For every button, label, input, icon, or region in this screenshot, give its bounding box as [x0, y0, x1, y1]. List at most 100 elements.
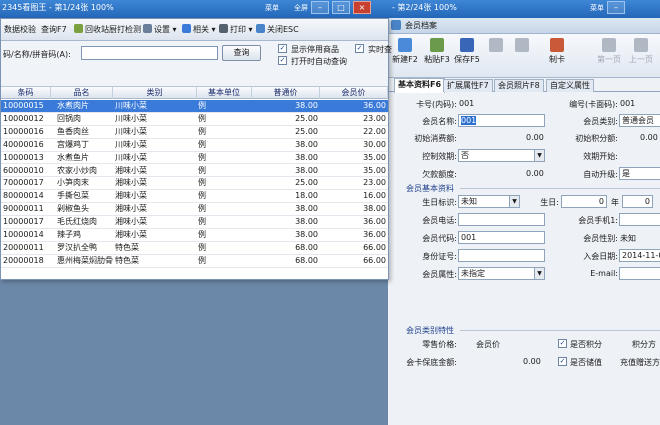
email-input[interactable]	[619, 267, 660, 280]
settings-button[interactable]: 设置 ▾	[143, 23, 177, 37]
table-row[interactable]: 10000016 鱼香肉丝 川味小菜 例 25.00 22.00	[1, 126, 388, 139]
join-date-label: 入会日期:	[583, 252, 618, 261]
realtime-checkbox[interactable]: ✓	[355, 44, 364, 53]
query-button[interactable]: 查询	[222, 45, 261, 61]
birth-flag-value: 未知	[461, 197, 477, 206]
member-type-label: 会员类别:	[583, 117, 618, 126]
cell-member-price: 66.00	[363, 242, 386, 252]
auto-query-label: 打开时自动查询	[291, 57, 347, 66]
points-checkbox-label: 是否积分	[570, 340, 602, 349]
member-name-input[interactable]: 001	[458, 114, 545, 127]
table-row[interactable]: 40000016 宫爆鸡丁 川味小菜 例 38.00 30.00	[1, 139, 388, 152]
birth-flag-select[interactable]: 未知 ▼	[458, 195, 520, 208]
minimize-icon[interactable]: –	[311, 1, 329, 14]
disabled-tool-1[interactable]	[484, 34, 508, 78]
close-icon[interactable]: ×	[353, 1, 371, 14]
show-disabled-checkbox[interactable]: ✓	[278, 44, 287, 53]
join-date-input[interactable]: 2014-11-01	[619, 249, 660, 262]
table-row[interactable]: 20000011 罗汉扒全鸭 特色菜 例 68.00 66.00	[1, 242, 388, 255]
cell-barcode: 10000012	[3, 113, 44, 123]
cell-category: 湘味小菜	[115, 165, 147, 175]
close-esc-button[interactable]: 关闭ESC	[256, 23, 299, 37]
kitchen-print-check-button[interactable]: 厨打检测	[109, 23, 141, 37]
make-card-button[interactable]: 制卡	[544, 34, 570, 78]
query-f7-button[interactable]: 查询F7	[41, 23, 67, 37]
tab-member-photo[interactable]: 会员照片F8	[494, 79, 544, 92]
viewer-title-left: 2345看图王 - 第1/24张 100%	[2, 3, 114, 12]
col-category[interactable]: 类别	[113, 87, 197, 99]
expiry-control-select[interactable]: 否 ▼	[458, 149, 545, 162]
cell-price: 25.00	[295, 178, 318, 188]
cell-unit: 例	[198, 230, 206, 239]
related-button[interactable]: 相关 ▾	[182, 23, 216, 37]
save-button[interactable]: 保存F5	[452, 34, 482, 78]
cell-category: 湘味小菜	[115, 191, 147, 201]
prev-page-icon	[634, 38, 648, 52]
member-type-select[interactable]: 普通会员	[619, 114, 660, 127]
table-row[interactable]: 10000014 辣子鸡 湘味小菜 例 38.00 36.00	[1, 229, 388, 242]
maximize-icon[interactable]: □	[332, 1, 350, 14]
member-name-value: 001	[461, 116, 477, 125]
stored-value-checkbox[interactable]: ✓	[558, 357, 567, 366]
phone-input[interactable]	[458, 213, 545, 226]
deposit-label: 会卡保底金额:	[406, 358, 457, 367]
auto-query-checkbox[interactable]: ✓	[278, 56, 287, 65]
table-row[interactable]: 80000014 手撕包菜 湘味小菜 例 18.00 16.00	[1, 190, 388, 204]
points-checkbox[interactable]: ✓	[558, 339, 567, 348]
gender-value[interactable]: 未知	[620, 233, 636, 244]
table-row[interactable]: 70000017 小笋肉末 湘味小菜 例 25.00 23.00	[1, 177, 388, 191]
auto-upgrade-select[interactable]: 是	[619, 167, 660, 180]
viewer-menu-button-right[interactable]: 菜单	[590, 3, 604, 13]
mobile-input[interactable]	[619, 213, 660, 226]
table-row[interactable]: 10000017 毛氏红烧肉 湘味小菜 例 38.00 36.00	[1, 216, 388, 229]
cell-barcode: 20000018	[3, 255, 44, 265]
first-page-button[interactable]: 第一页	[594, 34, 624, 78]
table-row[interactable]: 90000011 剁椒鱼头 湘味小菜 例 38.00 38.00	[1, 203, 388, 217]
member-id-input[interactable]: 001	[458, 231, 545, 244]
cell-member-price: 35.00	[363, 152, 386, 162]
cell-name: 水煮鱼片	[57, 152, 89, 162]
cell-unit: 例	[198, 165, 206, 175]
table-row[interactable]: 10000013 水煮鱼片 川味小菜 例 38.00 35.00	[1, 152, 388, 165]
cell-member-price: 38.00	[363, 204, 386, 214]
table-row[interactable]: 20000018 惠州梅菜焖肋骨 特色菜 例 68.00 66.00	[1, 255, 388, 268]
viewer-fullscreen-button[interactable]: 全屏	[294, 3, 308, 13]
member-attr-select[interactable]: 未指定 ▼	[458, 267, 545, 280]
new-button[interactable]: 新建F2	[390, 34, 420, 78]
cell-barcode: 10000017	[3, 217, 44, 227]
prev-page-button[interactable]: 上一页	[626, 34, 656, 78]
chevron-down-icon: ▾	[211, 25, 216, 34]
col-unit[interactable]: 基本单位	[197, 87, 252, 99]
print-button[interactable]: 打印 ▾	[219, 23, 253, 37]
viewer-menu-button[interactable]: 菜单	[265, 3, 279, 13]
cell-category: 川味小菜	[115, 139, 147, 149]
printer-icon	[219, 24, 228, 33]
birth-flag-label: 生日标识:	[422, 198, 457, 207]
search-input[interactable]	[81, 46, 218, 60]
cell-barcode: 80000014	[3, 191, 44, 201]
minimize-icon-right[interactable]: –	[607, 1, 625, 14]
col-member-price[interactable]: 会员价	[320, 87, 388, 99]
disabled-tool-2[interactable]	[510, 34, 534, 78]
table-row[interactable]: 10000012 回锅肉 川味小菜 例 25.00 23.00	[1, 113, 388, 126]
tab-basic-info[interactable]: 基本资料F6	[394, 78, 446, 93]
paste-button[interactable]: 粘贴F3	[422, 34, 452, 78]
cell-category: 湘味小菜	[115, 230, 147, 239]
birthday-month-input[interactable]: 0	[622, 195, 653, 208]
idcard-input[interactable]	[458, 249, 545, 262]
birthday-year-input[interactable]: 0	[561, 195, 607, 208]
retail-price-value: 会员价	[476, 340, 500, 349]
cell-price: 18.00	[295, 191, 318, 201]
col-barcode[interactable]: 条码	[1, 87, 51, 99]
data-check-button[interactable]: 数据校验	[4, 23, 36, 37]
table-row[interactable]: 10000015 水煮肉片 川味小菜 例 38.00 36.00	[1, 100, 388, 113]
exit-icon	[256, 24, 265, 33]
cell-category: 特色菜	[115, 242, 139, 252]
cell-member-price: 22.00	[363, 126, 386, 136]
col-price[interactable]: 普通价	[252, 87, 320, 99]
table-row[interactable]: 60000010 农家小炒肉 湘味小菜 例 38.00 35.00	[1, 165, 388, 178]
tab-custom-attrs[interactable]: 自定义属性	[546, 79, 594, 92]
recycle-bin-button[interactable]: 回收站	[74, 23, 109, 37]
tab-extended-attrs[interactable]: 扩展属性F7	[443, 79, 493, 92]
col-name[interactable]: 品名	[51, 87, 113, 99]
